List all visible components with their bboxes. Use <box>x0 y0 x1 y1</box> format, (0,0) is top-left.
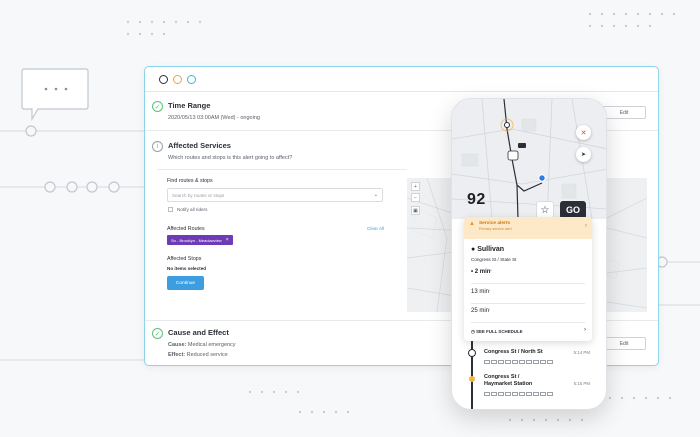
timeline-stop-1-amenities <box>484 360 553 364</box>
notify-riders-label: Notify all riders <box>177 207 208 212</box>
alert-subtitle: Primary service alert <box>478 227 512 231</box>
window-control-minimize[interactable] <box>173 74 182 84</box>
effect-row: Effect: Reduced service <box>168 352 228 358</box>
affected-routes-label: Affected Routes <box>167 226 205 232</box>
affected-services-subtitle: Which routes and stops is this alert goi… <box>168 155 293 161</box>
arrival-time-1: • 2 min⁾ <box>471 269 492 275</box>
time-range-edit-button[interactable]: Edit <box>602 106 646 119</box>
effect-value: Reduced service <box>186 352 228 358</box>
check-circle-icon: ✓ <box>152 101 163 112</box>
arrival-time-2: 13 min⁾ <box>471 289 490 295</box>
search-placeholder: Search by routes or stops <box>172 192 225 198</box>
realtime-icon: ⁾ <box>489 308 490 312</box>
notify-riders-checkbox[interactable] <box>168 207 173 212</box>
arrival-time-3-value: 25 min <box>471 308 490 314</box>
bus-icon <box>484 392 490 396</box>
find-routes-label: Find routes & stops <box>167 178 213 184</box>
arrivals-card[interactable]: ▲ Service alerts Primary service alert ›… <box>464 217 592 341</box>
cause-effect-edit-button[interactable]: Edit <box>602 337 646 350</box>
no-items-text: No items selected <box>167 266 207 271</box>
full-schedule-link[interactable]: ◷ SEE FULL SCHEDULE <box>471 329 523 335</box>
timeline-stop-1-time: 5:14 PM <box>573 350 590 355</box>
stop-name-text: Sullivan <box>477 246 505 253</box>
cause-effect-title: Cause and Effect <box>168 328 229 337</box>
cause-label: Cause: <box>168 342 187 348</box>
continue-button[interactable]: Continue <box>167 276 204 290</box>
cause-row: Cause: Medical emergency <box>168 342 236 348</box>
row-divider <box>471 303 585 304</box>
timeline-stop-1-name: Congress St / North St <box>484 349 543 355</box>
route-tag-label: Sn - Brooklyn - Meadowview <box>171 237 222 243</box>
row-divider <box>471 322 585 323</box>
timeline-stop-2-time: 5:15 PM <box>573 381 590 386</box>
locate-icon[interactable]: ➤ <box>576 147 591 162</box>
layers-icon[interactable]: ▣ <box>411 206 420 215</box>
check-circle-icon: ✓ <box>152 328 163 339</box>
section-divider <box>157 169 407 170</box>
stop-subtitle: Congress St / State St <box>471 257 517 262</box>
close-icon[interactable]: ✕ <box>576 125 591 140</box>
arrival-time-3: 25 min⁾ <box>471 308 490 314</box>
time-range-value: 2020/05/13 03:00AM (Wed) - ongoing <box>168 115 260 121</box>
routes-stops-search-input[interactable]: Search by routes or stops ⌄ <box>167 188 383 202</box>
affected-stops-label: Affected Stops <box>167 256 202 262</box>
bus-icon <box>484 360 490 364</box>
timeline-alert-dot <box>469 376 475 382</box>
timeline-stop-2-line2: Haymarket Station <box>484 381 533 387</box>
affected-services-title: Affected Services <box>168 141 231 150</box>
window-control-maximize[interactable] <box>187 74 196 84</box>
zoom-out-icon[interactable]: − <box>411 193 420 202</box>
timeline-stop-2-line1: Congress St / <box>484 374 520 380</box>
stop-name: ● Sullivan <box>471 246 505 253</box>
pending-circle-icon: i <box>152 141 163 152</box>
effect-label: Effect: <box>168 352 186 358</box>
row-divider <box>471 283 585 284</box>
realtime-icon: ⁾ <box>489 289 490 293</box>
chevron-down-icon[interactable]: ⌄ <box>374 192 378 198</box>
realtime-icon: ⁾ <box>490 269 492 273</box>
timeline-stop-2-name: Congress St / Haymarket Station <box>484 374 532 388</box>
chevron-right-icon: › <box>585 223 587 229</box>
arrival-time-1-value: 2 min <box>474 269 491 275</box>
timeline-stop-2-amenities <box>484 392 553 396</box>
chevron-right-icon: › <box>584 327 586 333</box>
window-titlebar <box>145 67 658 92</box>
warning-icon: ▲ <box>469 221 475 227</box>
zoom-in-icon[interactable]: + <box>411 182 420 191</box>
clear-all-link[interactable]: Clear All <box>367 226 384 231</box>
full-schedule-label: SEE FULL SCHEDULE <box>476 329 523 334</box>
alert-title: Service alerts <box>478 221 511 226</box>
service-alert-banner[interactable]: ▲ Service alerts Primary service alert › <box>464 217 592 239</box>
close-icon[interactable]: × <box>226 237 229 243</box>
route-number: 92 <box>467 191 486 208</box>
transit-app-phone: ✕ ➤ 92 ☆ GO ▲ Service alerts Primary ser… <box>451 98 607 410</box>
window-control-close[interactable] <box>159 74 168 84</box>
route-tag[interactable]: Sn - Brooklyn - Meadowview × <box>167 235 233 245</box>
cause-value: Medical emergency <box>187 342 236 348</box>
arrival-time-2-value: 13 min <box>471 289 490 295</box>
timeline-stop-dot <box>468 349 476 357</box>
time-range-title: Time Range <box>168 101 211 110</box>
